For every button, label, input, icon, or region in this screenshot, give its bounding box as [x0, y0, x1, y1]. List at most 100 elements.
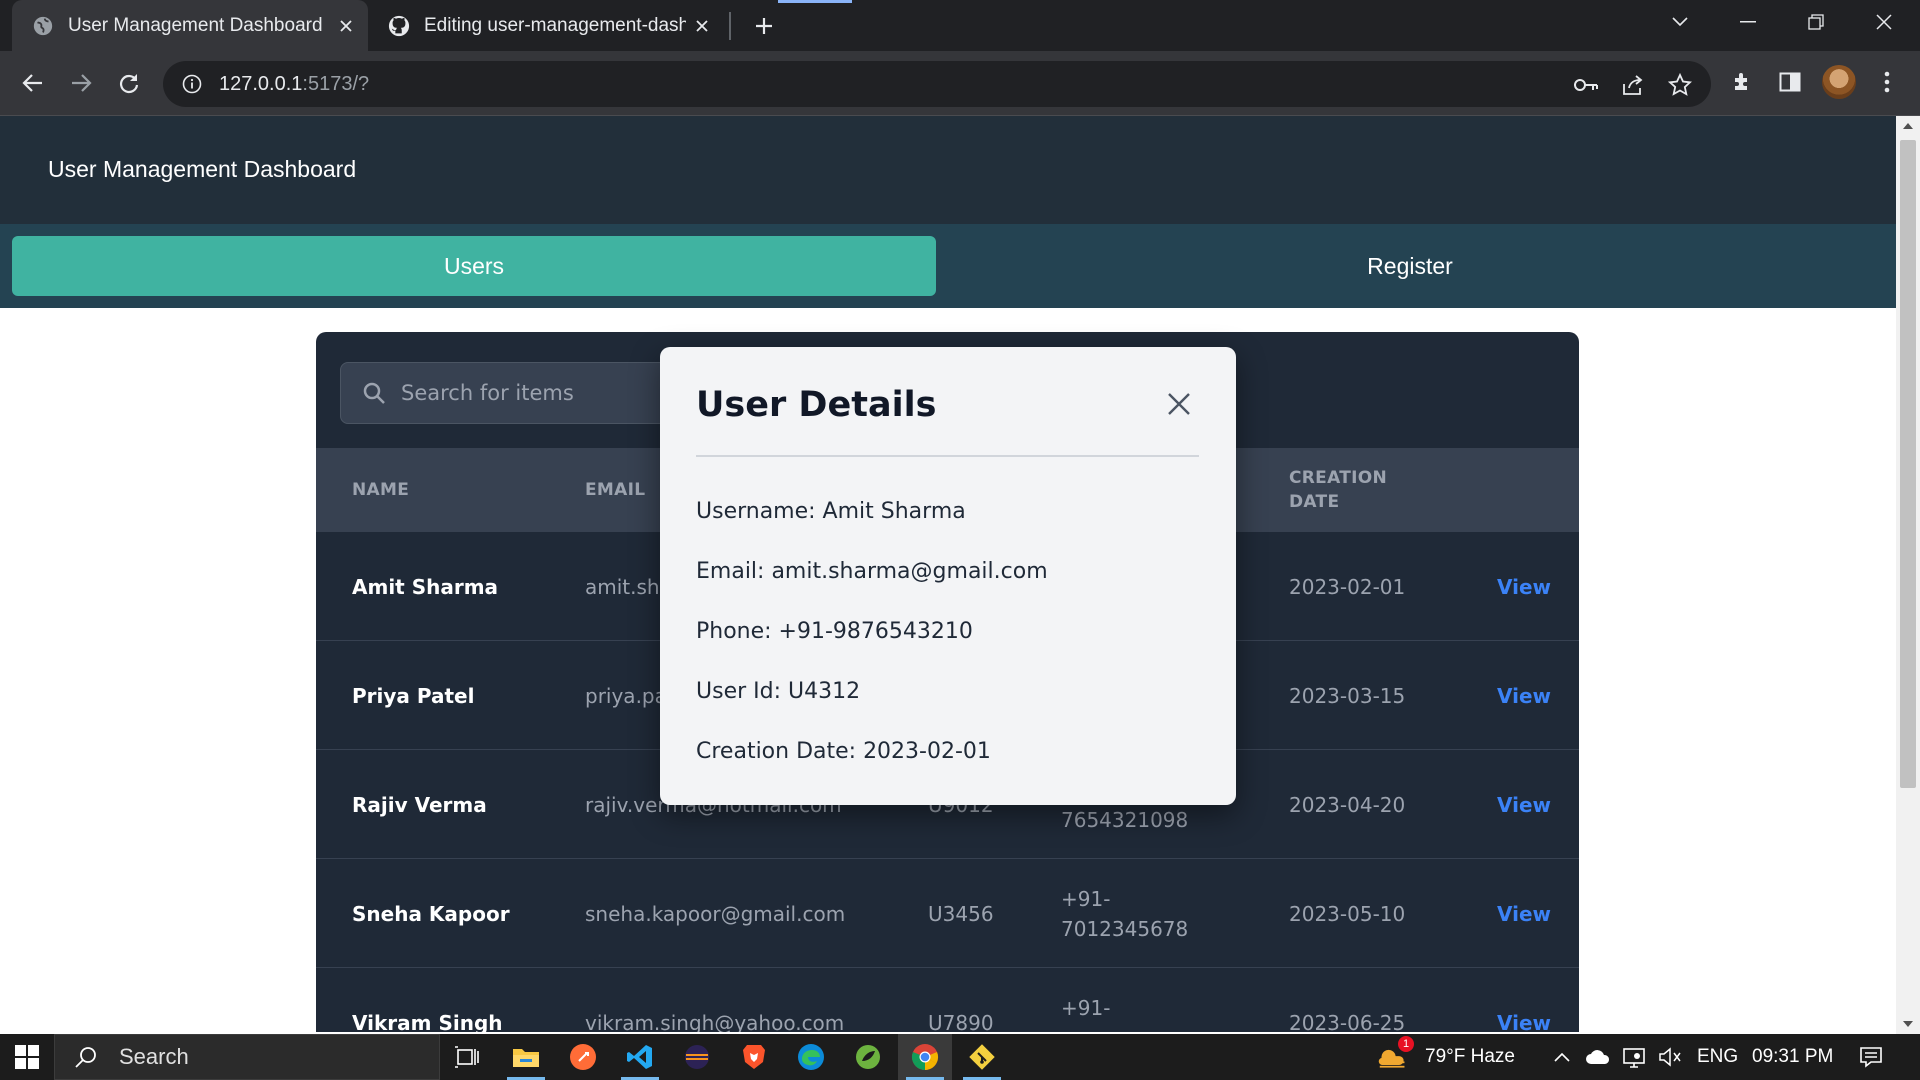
- key-icon[interactable]: [1571, 70, 1601, 100]
- cell-name: Vikram Singh: [352, 1011, 503, 1032]
- view-button[interactable]: View: [1497, 1008, 1551, 1032]
- sidepanel-icon[interactable]: [1773, 65, 1807, 99]
- cell-email: priya.pa: [585, 684, 667, 708]
- page-title: User Management Dashboard: [48, 156, 357, 182]
- cell-phone: +91-: [1061, 996, 1111, 1020]
- search-icon: [71, 1042, 101, 1072]
- postman-icon[interactable]: [556, 1034, 610, 1080]
- page-scrollbar[interactable]: [1896, 116, 1920, 1034]
- cell-name: Sneha Kapoor: [352, 902, 510, 926]
- cell-creation-date: 2023-04-20: [1289, 793, 1406, 817]
- network-icon[interactable]: [1619, 1042, 1649, 1072]
- table-row: Sneha Kapoor sneha.kapoor@gmail.com U345…: [316, 859, 1579, 968]
- tab-github-editing[interactable]: Editing user-management-dashboard: [372, 0, 724, 51]
- tab-title: Editing user-management-dashboard: [424, 14, 686, 36]
- minimize-icon[interactable]: [1720, 0, 1776, 44]
- spring-icon[interactable]: [841, 1034, 895, 1080]
- column-header-creation-date: CREATION DATE: [1289, 468, 1388, 512]
- view-button[interactable]: View: [1497, 899, 1551, 929]
- share-icon[interactable]: [1618, 70, 1648, 100]
- address-bar[interactable]: 127.0.0.1:5173/?: [163, 61, 1711, 107]
- tab-register[interactable]: Register: [948, 236, 1872, 296]
- tab-users[interactable]: Users: [12, 236, 936, 296]
- column-header-email: EMAIL: [585, 480, 646, 500]
- detail-phone: Phone: +91-9876543210: [696, 619, 973, 644]
- cell-creation-date: 2023-03-15: [1289, 684, 1406, 708]
- folder-icon[interactable]: [499, 1034, 553, 1080]
- cell-creation-date: 2023-06-25: [1289, 1011, 1406, 1032]
- detail-username: Username: Amit Sharma: [696, 499, 966, 524]
- weather-icon[interactable]: 1: [1378, 1036, 1414, 1072]
- window-close-icon[interactable]: [1856, 0, 1912, 44]
- column-header-name: NAME: [352, 480, 410, 500]
- cell-email: sneha.kapoor@gmail.com: [585, 902, 846, 926]
- tab-drag-indicator: [778, 0, 852, 3]
- browser-toolbar: 127.0.0.1:5173/?: [0, 51, 1920, 115]
- eclipse-icon[interactable]: [670, 1034, 724, 1080]
- cloud-icon[interactable]: [1583, 1042, 1613, 1072]
- scroll-up-icon[interactable]: [1896, 116, 1920, 136]
- close-icon[interactable]: [686, 10, 718, 42]
- weather-text[interactable]: 79°F Haze: [1425, 1034, 1515, 1080]
- globe-icon: [32, 15, 54, 37]
- puzzle-icon[interactable]: [1726, 65, 1760, 99]
- view-button[interactable]: View: [1497, 572, 1551, 602]
- cell-email: amit.sha: [585, 575, 672, 599]
- detail-creation-date: Creation Date: 2023-02-01: [696, 739, 991, 764]
- cell-phone: 7654321098: [1061, 808, 1189, 832]
- notification-icon[interactable]: [1856, 1042, 1886, 1072]
- tab-separator: [729, 12, 731, 40]
- cell-phone: +91- 7012345678: [1061, 887, 1189, 941]
- info-icon[interactable]: [179, 71, 205, 97]
- detail-email: Email: amit.sharma@gmail.com: [696, 559, 1048, 584]
- brave-icon[interactable]: [727, 1034, 781, 1080]
- scroll-thumb[interactable]: [1900, 140, 1916, 788]
- cell-user-id: U3456: [928, 902, 994, 926]
- windows-taskbar: Search 1 79°F Haze ENG 09:31 PM: [0, 1034, 1920, 1080]
- edge-icon[interactable]: [784, 1034, 838, 1080]
- cell-creation-date: 2023-05-10: [1289, 902, 1406, 926]
- back-arrow-icon[interactable]: [13, 63, 53, 103]
- scroll-down-icon[interactable]: [1896, 1014, 1920, 1034]
- cell-name: Priya Patel: [352, 684, 475, 708]
- view-button[interactable]: View: [1497, 790, 1551, 820]
- url-text: 127.0.0.1:5173/?: [219, 72, 370, 95]
- cell-email: vikram.singh@yahoo.com: [585, 1011, 845, 1032]
- nav-bar: Users Register: [0, 224, 1896, 308]
- view-button[interactable]: View: [1497, 681, 1551, 711]
- cell-name: Amit Sharma: [352, 575, 499, 599]
- taskbar-search-label: Search: [119, 1044, 189, 1069]
- clock[interactable]: 09:31 PM: [1752, 1034, 1833, 1080]
- forward-arrow-icon[interactable]: [61, 63, 101, 103]
- user-details-modal: User Details Username: Amit Sharma Email…: [660, 347, 1236, 805]
- close-icon[interactable]: [1160, 385, 1198, 423]
- tab-title: User Management Dashboard: [68, 14, 323, 36]
- browser-tab-strip: User Management Dashboard Editing user-m…: [0, 0, 1920, 51]
- taskbar-search[interactable]: Search: [54, 1034, 440, 1080]
- avatar[interactable]: [1822, 65, 1856, 99]
- mute-icon[interactable]: [1655, 1042, 1685, 1072]
- windows-icon[interactable]: [0, 1034, 54, 1080]
- task-view-icon[interactable]: [440, 1034, 494, 1080]
- table-row: Vikram Singh vikram.singh@yahoo.com U789…: [316, 968, 1579, 1032]
- search-icon: [359, 378, 389, 408]
- cell-user-id: U7890: [928, 1011, 994, 1032]
- vscode-icon[interactable]: [613, 1034, 667, 1080]
- menu-icon[interactable]: [1870, 65, 1904, 99]
- plus-icon[interactable]: [746, 8, 782, 44]
- reload-icon[interactable]: [109, 63, 149, 103]
- cell-creation-date: 2023-02-01: [1289, 575, 1406, 599]
- star-icon[interactable]: [1665, 70, 1695, 100]
- git-icon[interactable]: [955, 1034, 1009, 1080]
- chevron-up-icon[interactable]: [1547, 1042, 1577, 1072]
- restore-icon[interactable]: [1788, 0, 1844, 44]
- weather-badge: 1: [1398, 1036, 1414, 1052]
- modal-divider: [696, 455, 1199, 457]
- detail-user-id: User Id: U4312: [696, 679, 861, 704]
- close-icon[interactable]: [330, 10, 362, 42]
- modal-title: User Details: [696, 385, 937, 425]
- language-indicator[interactable]: ENG: [1697, 1034, 1738, 1080]
- tab-search-chevron-icon[interactable]: [1652, 0, 1708, 44]
- tab-user-management[interactable]: User Management Dashboard: [12, 0, 368, 51]
- chrome-icon[interactable]: [898, 1034, 952, 1080]
